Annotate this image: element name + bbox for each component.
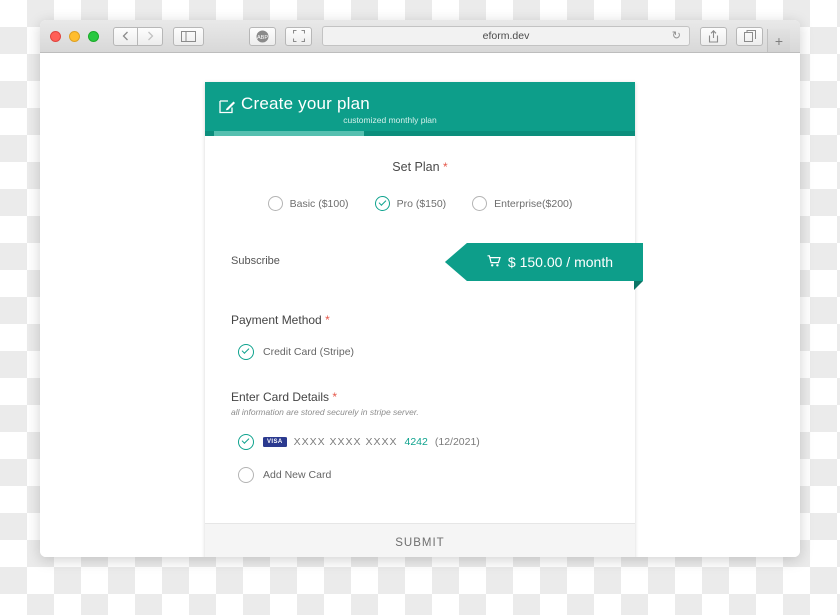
price-ribbon: $ 150.00 / month bbox=[444, 243, 643, 281]
close-window-button[interactable] bbox=[50, 30, 61, 42]
radio-unchecked-icon[interactable] bbox=[238, 467, 254, 483]
url-text: eform.dev bbox=[482, 30, 530, 42]
share-icon bbox=[708, 29, 719, 43]
card-details-note: all information are stored securely in s… bbox=[231, 407, 419, 417]
add-new-card-option[interactable]: Add New Card bbox=[231, 467, 609, 483]
form-progress-track bbox=[205, 131, 635, 136]
saved-card-option[interactable]: VISA XXXX XXXX XXXX 4242 (12/2021) bbox=[231, 434, 609, 450]
radio-checked-icon[interactable] bbox=[238, 434, 254, 450]
fullscreen-button[interactable] bbox=[285, 26, 312, 46]
radio-unchecked-icon[interactable] bbox=[267, 196, 283, 211]
ribbon-fold bbox=[634, 281, 643, 290]
card-expiry: (12/2021) bbox=[434, 436, 480, 448]
back-button[interactable] bbox=[113, 26, 138, 46]
radio-checked-icon[interactable] bbox=[238, 344, 254, 360]
card-details-label: Enter Card Details bbox=[231, 390, 330, 404]
payment-option-label: Credit Card (Stripe) bbox=[263, 346, 355, 358]
form-header-title-row: Create your plan bbox=[219, 94, 621, 114]
forward-button[interactable] bbox=[138, 26, 163, 46]
maximize-window-button[interactable] bbox=[88, 30, 99, 42]
create-plan-form-card: Create your plan customized monthly plan… bbox=[205, 82, 643, 557]
set-plan-label: Set Plan bbox=[392, 160, 440, 174]
card-details-section-title: Enter Card Details * bbox=[231, 390, 609, 404]
visa-brand-badge: VISA bbox=[263, 436, 287, 448]
chevron-right-icon bbox=[147, 31, 153, 41]
plan-option-basic[interactable]: Basic ($100) bbox=[267, 196, 349, 211]
form-body: Set Plan * Basic ($100) Pro ($150) Enter… bbox=[205, 136, 643, 493]
window-controls bbox=[50, 30, 99, 42]
set-plan-section-title: Set Plan * bbox=[231, 160, 609, 174]
edit-pencil-icon bbox=[219, 99, 236, 114]
form-title: Create your plan bbox=[241, 94, 370, 113]
page-viewport: Create your plan customized monthly plan… bbox=[40, 53, 800, 557]
cart-icon bbox=[487, 255, 501, 269]
new-tab-icon: + bbox=[774, 32, 784, 49]
card-details-required-mark: * bbox=[332, 390, 338, 404]
adblock-button[interactable]: ABP bbox=[249, 26, 276, 46]
share-button[interactable] bbox=[700, 26, 727, 46]
navigation-buttons bbox=[113, 26, 163, 46]
minimize-window-button[interactable] bbox=[69, 30, 80, 42]
radio-checked-icon[interactable] bbox=[374, 196, 390, 211]
chevron-left-icon bbox=[122, 31, 128, 41]
subscribe-price: $ 150.00 / month bbox=[507, 254, 613, 270]
card-last-four: 4242 bbox=[404, 436, 428, 448]
show-tabs-button[interactable] bbox=[736, 26, 763, 46]
new-tab-button[interactable]: + bbox=[767, 29, 790, 52]
subscribe-row: Subscribe $ 150.00 / month bbox=[231, 243, 643, 290]
browser-window: ABP eform.dev ↻ + Create your plan custo… bbox=[40, 20, 800, 557]
expand-icon bbox=[292, 30, 305, 42]
radio-unchecked-icon[interactable] bbox=[472, 196, 488, 211]
address-bar[interactable]: eform.dev ↻ bbox=[322, 26, 690, 46]
payment-method-label: Payment Method bbox=[231, 313, 322, 327]
sidebar-icon bbox=[181, 30, 196, 42]
browser-titlebar: ABP eform.dev ↻ + bbox=[40, 20, 800, 53]
payment-option-credit-card[interactable]: Credit Card (Stripe) bbox=[231, 344, 609, 360]
plan-option-enterprise[interactable]: Enterprise($200) bbox=[472, 196, 572, 211]
set-plan-required-mark: * bbox=[443, 160, 448, 174]
card-number-mask: XXXX XXXX XXXX bbox=[293, 436, 398, 448]
form-progress-fill bbox=[214, 131, 364, 136]
payment-method-required-mark: * bbox=[325, 313, 330, 327]
subscribe-label: Subscribe bbox=[231, 255, 280, 267]
sidebar-toggle-button[interactable] bbox=[173, 26, 204, 46]
svg-text:ABP: ABP bbox=[257, 35, 268, 41]
reload-icon[interactable]: ↻ bbox=[672, 30, 681, 42]
plan-option-pro[interactable]: Pro ($150) bbox=[374, 196, 447, 211]
plan-option-label: Basic ($100) bbox=[289, 197, 349, 210]
saved-card-details: VISA XXXX XXXX XXXX 4242 (12/2021) bbox=[263, 436, 480, 448]
plan-option-label: Enterprise($200) bbox=[494, 197, 573, 210]
set-plan-options: Basic ($100) Pro ($150) Enterprise($200) bbox=[231, 196, 609, 211]
form-footer: SUBMIT bbox=[205, 523, 635, 557]
form-subtitle: customized monthly plan bbox=[343, 115, 437, 125]
add-new-card-label: Add New Card bbox=[263, 469, 332, 481]
payment-method-section-title: Payment Method * bbox=[231, 313, 609, 327]
plan-option-label: Pro ($150) bbox=[396, 197, 447, 210]
copy-icon bbox=[743, 30, 756, 42]
submit-button[interactable]: SUBMIT bbox=[395, 537, 444, 549]
adblock-icon: ABP bbox=[256, 30, 269, 42]
form-header: Create your plan customized monthly plan bbox=[205, 82, 635, 131]
